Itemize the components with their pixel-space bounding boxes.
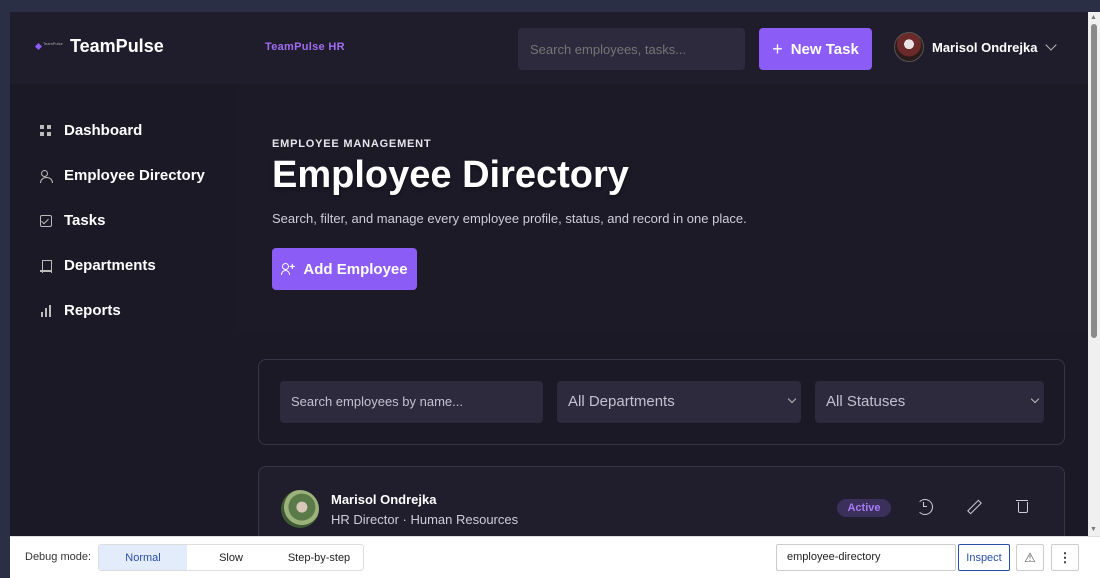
grid-icon <box>40 124 52 137</box>
department-select[interactable]: All Departments <box>557 381 801 423</box>
window-top-border <box>0 0 1100 12</box>
inspect-button[interactable]: Inspect <box>958 544 1010 571</box>
employee-name: Marisol Ondrejka <box>331 492 437 507</box>
add-user-icon <box>281 263 295 275</box>
edit-icon[interactable] <box>966 499 982 515</box>
inspect-target-input[interactable]: employee-directory <box>776 544 956 571</box>
sidebar-item-departments[interactable]: Departments <box>40 257 156 274</box>
brand[interactable]: TeamPulse TeamPulse <box>34 36 164 57</box>
employee-role: HR Director · Human Resources <box>331 512 519 527</box>
debug-mode-step[interactable]: Step-by-step <box>275 545 363 570</box>
sidebar-item-label: Employee Directory <box>64 167 205 184</box>
sidebar-item-label: Departments <box>64 257 156 274</box>
section-eyebrow: EMPLOYEE MANAGEMENT <box>272 138 432 150</box>
status-badge: Active <box>837 499 891 517</box>
more-options-icon[interactable]: ⋮ <box>1051 544 1079 571</box>
brand-name: TeamPulse <box>70 36 164 56</box>
sidebar-item-label: Reports <box>64 302 121 319</box>
brand-subtitle: TeamPulse HR <box>265 41 345 53</box>
new-task-button[interactable]: + New Task <box>759 28 872 70</box>
page-header: EMPLOYEE MANAGEMENT Employee Directory S… <box>237 84 1088 332</box>
warning-icon[interactable]: ⚠ <box>1016 544 1044 571</box>
window-left-border <box>0 0 10 578</box>
top-bar: TeamPulse TeamPulse TeamPulse HR + New T… <box>10 12 1088 84</box>
sidebar-item-dashboard[interactable]: Dashboard <box>40 122 142 139</box>
sidebar-item-reports[interactable]: Reports <box>40 302 121 319</box>
sidebar-item-label: Dashboard <box>64 122 143 139</box>
new-task-label: New Task <box>790 40 859 58</box>
plus-icon: + <box>772 38 783 59</box>
chevron-down-icon <box>787 394 797 404</box>
scroll-up-icon[interactable]: ▲ <box>1090 14 1097 22</box>
status-select[interactable]: All Statuses <box>815 381 1044 423</box>
avatar <box>281 490 319 528</box>
sidebar-item-label: Tasks <box>64 212 106 229</box>
building-icon <box>40 259 52 273</box>
trash-icon[interactable] <box>1015 499 1031 515</box>
directory-content: Search employees by name... All Departme… <box>237 332 1088 536</box>
user-menu[interactable]: Marisol Ondrejka <box>894 32 1058 62</box>
debug-mode-selector: Normal Slow Step-by-step <box>98 544 364 571</box>
app-frame: TeamPulse TeamPulse TeamPulse HR + New T… <box>10 12 1088 536</box>
employee-card[interactable]: Marisol Ondrejka HR Director · Human Res… <box>258 466 1065 536</box>
history-icon[interactable] <box>917 499 933 515</box>
user-name: Marisol Ondrejka <box>932 39 1038 55</box>
avatar <box>894 32 924 62</box>
debug-mode-slow[interactable]: Slow <box>187 545 275 570</box>
debug-mode-normal[interactable]: Normal <box>99 545 187 570</box>
sidebar: Dashboard Employee Directory Tasks Depar… <box>10 84 237 536</box>
chevron-down-icon <box>1030 394 1040 404</box>
sidebar-item-employee-directory[interactable]: Employee Directory <box>40 167 205 184</box>
page-scrollbar[interactable]: ▲ ▼ <box>1088 12 1100 536</box>
logo-icon: TeamPulse <box>34 41 63 53</box>
users-icon <box>40 169 53 183</box>
department-select-value: All Departments <box>568 393 675 410</box>
debug-mode-label: Debug mode: <box>25 551 92 563</box>
status-select-value: All Statuses <box>826 393 906 410</box>
employee-search-input[interactable]: Search employees by name... <box>280 381 543 423</box>
scrollbar-thumb[interactable] <box>1091 24 1097 338</box>
page-title: Employee Directory <box>272 154 629 196</box>
add-employee-label: Add Employee <box>303 260 408 278</box>
scroll-down-icon[interactable]: ▼ <box>1090 526 1097 534</box>
debug-toolbar: Debug mode: Normal Slow Step-by-step emp… <box>10 536 1100 578</box>
global-search-input[interactable] <box>518 28 745 70</box>
checkbox-icon <box>40 214 52 227</box>
add-employee-button[interactable]: Add Employee <box>272 248 417 290</box>
filter-panel: Search employees by name... All Departme… <box>258 359 1065 445</box>
bar-chart-icon <box>40 304 52 317</box>
chevron-down-icon <box>1045 39 1058 51</box>
page-description: Search, filter, and manage every employe… <box>272 211 747 226</box>
sidebar-item-tasks[interactable]: Tasks <box>40 212 105 229</box>
